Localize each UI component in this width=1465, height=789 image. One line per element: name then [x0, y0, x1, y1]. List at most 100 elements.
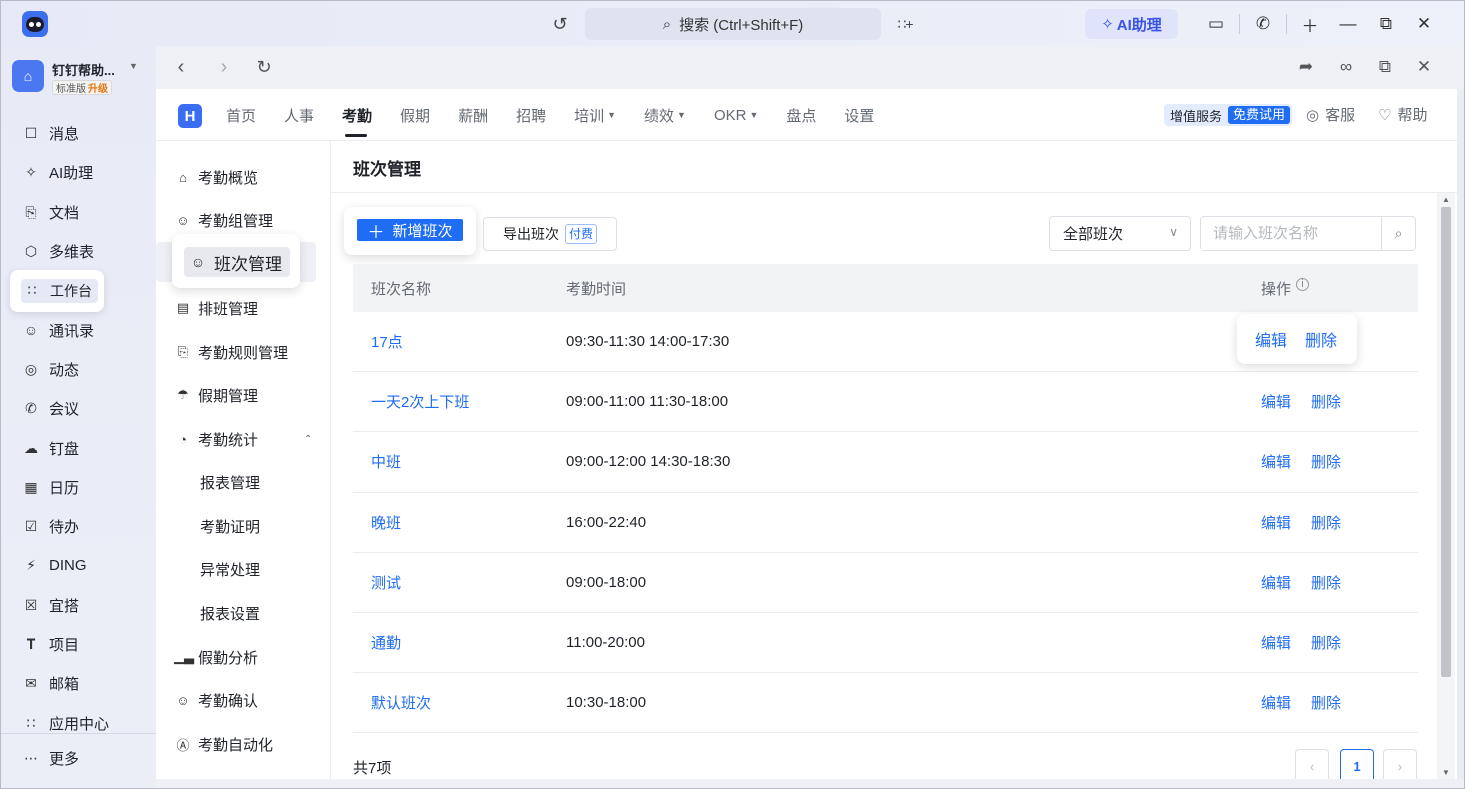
submenu-item-overview[interactable]: ⌂ 考勤概览: [174, 162, 258, 192]
sidebar-item-multitable[interactable]: ⬡ 多维表: [0, 232, 156, 271]
shift-name-link[interactable]: 默认班次: [353, 692, 566, 713]
tab-payroll[interactable]: 薪酬: [458, 89, 488, 141]
submenu-item-scheduling[interactable]: ▤ 排班管理: [174, 293, 258, 323]
help-link[interactable]: ♡ 帮助: [1378, 104, 1427, 125]
tab-home[interactable]: 首页: [226, 89, 256, 141]
sidebar-item-meeting[interactable]: ✆ 会议: [0, 389, 156, 428]
support-link[interactable]: ◎ 客服: [1306, 104, 1355, 125]
tab-recruitment[interactable]: 招聘: [516, 89, 546, 141]
submenu-item-statistics[interactable]: ◔ 考勤统计 ⌃: [174, 424, 312, 454]
prev-page-button[interactable]: ‹: [1295, 749, 1329, 783]
search-icon[interactable]: ⌕: [1381, 217, 1415, 250]
sidebar-item-ai[interactable]: ✧ AI助理: [0, 153, 156, 192]
scrollbar-thumb[interactable]: [1441, 207, 1451, 677]
sidebar-item-ding[interactable]: ⚡ DING: [0, 546, 156, 585]
tab-okr[interactable]: OKR ▼: [714, 89, 758, 141]
edit-link[interactable]: 编辑: [1261, 391, 1291, 412]
submenu-item-certificate[interactable]: 考勤证明: [200, 511, 260, 541]
submenu-item-rules[interactable]: ⎘ 考勤规则管理: [174, 337, 288, 367]
scroll-up-icon[interactable]: ▲: [1442, 195, 1450, 204]
edit-link[interactable]: 编辑: [1255, 327, 1287, 351]
sidebar-item-contacts[interactable]: ☺ 通讯录: [0, 310, 156, 349]
minimize-icon[interactable]: —: [1329, 8, 1367, 40]
sidebar-item-todo[interactable]: ☑ 待办: [0, 507, 156, 546]
submenu-item-exceptions[interactable]: 异常处理: [200, 554, 260, 584]
shift-search-input[interactable]: [1201, 217, 1381, 250]
vertical-scrollbar[interactable]: ▲ ▼: [1437, 193, 1455, 779]
tab-personnel[interactable]: 人事: [284, 89, 314, 141]
shift-name-link[interactable]: 一天2次上下班: [353, 391, 566, 412]
sidebar-item-mail[interactable]: ✉ 邮箱: [0, 664, 156, 703]
tab-leave[interactable]: 假期: [400, 89, 430, 141]
tab-training[interactable]: 培训 ▼: [574, 89, 616, 141]
edit-link[interactable]: 编辑: [1261, 512, 1291, 533]
shift-name-link[interactable]: 测试: [353, 572, 566, 593]
call-icon[interactable]: ✆: [1244, 8, 1282, 40]
delete-link[interactable]: 删除: [1311, 572, 1341, 593]
history-icon[interactable]: ↺: [548, 12, 572, 36]
screen-cast-icon[interactable]: ▭: [1197, 8, 1235, 40]
add-shift-button[interactable]: ＋ 新增班次: [357, 219, 463, 242]
delete-link[interactable]: 删除: [1311, 451, 1341, 472]
delete-link[interactable]: 删除: [1305, 327, 1337, 351]
tab-performance[interactable]: 绩效 ▼: [644, 89, 686, 141]
export-shift-button[interactable]: 导出班次 付费: [483, 217, 617, 251]
restore-icon[interactable]: ⧉: [1367, 8, 1405, 40]
submenu-item-analysis[interactable]: ▁▃ 假勤分析: [174, 642, 258, 672]
sidebar-item-cloud[interactable]: ☁ 钉盘: [0, 428, 156, 467]
sidebar-item-yida[interactable]: ☒ 宜搭: [0, 586, 156, 625]
close-page-icon[interactable]: ✕: [1411, 54, 1437, 80]
search-icon: ⌕: [662, 15, 672, 33]
shift-name-link[interactable]: 晚班: [353, 512, 566, 533]
info-icon[interactable]: i: [1296, 277, 1310, 291]
link-icon[interactable]: ∞: [1333, 54, 1359, 80]
tab-settings[interactable]: 设置: [844, 89, 874, 141]
shift-name-link[interactable]: 17点: [353, 331, 566, 352]
forward-icon[interactable]: ›: [211, 54, 237, 80]
delete-link[interactable]: 删除: [1311, 391, 1341, 412]
page-number-button[interactable]: 1: [1340, 749, 1374, 783]
submenu-item-automation[interactable]: Ⓐ 考勤自动化: [174, 729, 273, 759]
shift-time: 09:00-18:00: [566, 573, 647, 591]
tab-attendance[interactable]: 考勤: [342, 89, 372, 141]
share-icon[interactable]: ➦: [1293, 54, 1319, 80]
global-search-box[interactable]: ⌕ 搜索 (Ctrl+Shift+F): [585, 8, 881, 40]
submenu-item-confirm[interactable]: ☺ 考勤确认: [174, 685, 258, 715]
sidebar-item-project[interactable]: 𝐓 项目: [0, 625, 156, 664]
back-icon[interactable]: ‹: [168, 54, 194, 80]
sidebar-item-docs[interactable]: ⎘ 文档: [0, 193, 156, 232]
submenu-item-report-mgmt[interactable]: 报表管理: [200, 467, 260, 497]
apps-grid-icon[interactable]: ∷+: [893, 12, 917, 36]
submenu-item-shifts[interactable]: ☺ 班次管理: [184, 247, 290, 277]
sidebar-item-workbench[interactable]: ∷ 工作台: [0, 270, 156, 313]
delete-link[interactable]: 删除: [1311, 632, 1341, 653]
submenu-item-report-settings[interactable]: 报表设置: [200, 598, 260, 628]
refresh-icon[interactable]: ↻: [251, 54, 277, 80]
edit-link[interactable]: 编辑: [1261, 572, 1291, 593]
submenu-item-leave[interactable]: ☂ 假期管理: [174, 380, 258, 410]
edit-link[interactable]: 编辑: [1261, 692, 1291, 713]
shift-name-link[interactable]: 中班: [353, 451, 566, 472]
close-icon[interactable]: ✕: [1405, 8, 1443, 40]
scroll-down-icon[interactable]: ▼: [1442, 768, 1450, 777]
shift-name-link[interactable]: 通勤: [353, 632, 566, 653]
dingtalk-logo-icon[interactable]: [22, 11, 48, 37]
open-window-icon[interactable]: ⧉: [1372, 54, 1398, 80]
ai-assistant-button[interactable]: ✧ AI助理: [1085, 9, 1178, 39]
sidebar-item-messages[interactable]: ☐ 消息: [0, 114, 156, 153]
next-page-button[interactable]: ›: [1383, 749, 1417, 783]
sidebar-item-feed[interactable]: ◎ 动态: [0, 350, 156, 389]
tab-inventory[interactable]: 盘点: [786, 89, 816, 141]
shift-filter-select[interactable]: 全部班次 ∨: [1049, 216, 1191, 251]
edit-link[interactable]: 编辑: [1261, 451, 1291, 472]
new-plus-icon[interactable]: ＋: [1291, 8, 1329, 40]
submenu-item-groups[interactable]: ☺ 考勤组管理: [174, 205, 273, 235]
value-added-service-badge[interactable]: 增值服务 免费试用: [1164, 104, 1293, 126]
delete-link[interactable]: 删除: [1311, 692, 1341, 713]
org-switcher[interactable]: ⌂ 钉钉帮助... ▼ 标准版 升级: [12, 58, 152, 98]
edition-badge[interactable]: 标准版 升级: [52, 80, 112, 95]
sidebar-item-more[interactable]: ⋯ 更多: [0, 734, 156, 782]
sidebar-item-calendar[interactable]: ▦ 日历: [0, 468, 156, 507]
edit-link[interactable]: 编辑: [1261, 632, 1291, 653]
delete-link[interactable]: 删除: [1311, 512, 1341, 533]
